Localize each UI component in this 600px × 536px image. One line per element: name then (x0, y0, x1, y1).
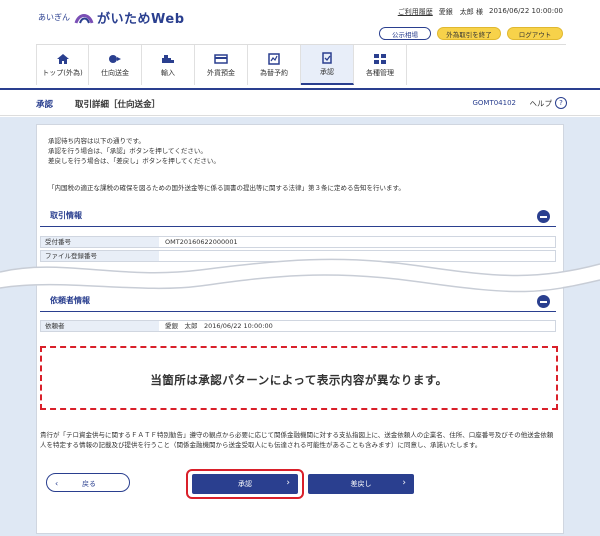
nav-remit[interactable]: 仕向送金 (89, 45, 142, 85)
row-key: 受付番号 (41, 237, 159, 247)
intro-line: 承認を行う場合は、「承認」ボタンを押してください。 (48, 147, 207, 155)
help-icon: ? (555, 97, 567, 109)
help-label: ヘルプ (529, 98, 553, 108)
brand-small: あいぎん (38, 13, 70, 22)
main-nav: トップ(外為) 仕向送金 輸入 外貨預金 為替予約 承認 各種管理 (36, 44, 566, 85)
user-name: 愛銀 太郎 様 (438, 8, 483, 16)
row-value: OMT20160622000001 (165, 238, 238, 246)
pattern-area: 当箇所は承認パターンによって表示内容が異なります。 (40, 346, 558, 410)
reserve-icon (268, 52, 280, 65)
approve-button[interactable]: 承認 › (192, 474, 298, 494)
notice-text: 「内国税の適正な課税の確保を図るための国外送金等に係る調書の提出等に関する法律」… (48, 184, 405, 192)
nav-label: 輸入 (161, 68, 175, 77)
home-icon (56, 53, 69, 64)
login-datetime: 2016/06/22 10:00:00 (488, 7, 563, 15)
approve-label: 承認 (238, 480, 252, 488)
table-row: 依頼者 愛銀 太郎 2016/06/22 10:00:00 (40, 320, 556, 332)
history-link[interactable]: ご利用履歴 (398, 7, 433, 17)
logout-button[interactable]: ログアウト (507, 27, 563, 40)
page-title: 取引詳細［仕向送金］ (75, 100, 161, 110)
consent-text: 貴行が「テロ資金供与に関するＦＡＴＦ特別勧告」遵守の観点から必要に応じて関係金融… (40, 431, 554, 449)
nav-manage[interactable]: 各種管理 (354, 45, 407, 85)
nav-label: 承認 (320, 67, 334, 76)
collapse-icon[interactable] (537, 210, 550, 223)
import-icon (162, 54, 174, 63)
section-label: 承認 (36, 100, 54, 110)
manage-icon (374, 53, 386, 64)
section-transaction-header: 取引情報 (40, 205, 556, 227)
public-rate-button[interactable]: 公示相場 (379, 27, 431, 40)
logo: あいぎん がいためWeb (38, 8, 185, 27)
nav-import[interactable]: 輸入 (142, 45, 195, 85)
brand-name: がいためWeb (97, 12, 185, 27)
nav-label: 仕向送金 (101, 68, 129, 77)
chevron-left-icon: ‹ (55, 479, 59, 488)
top-buttons: 公示相場 外為取引を終了 ログアウト (379, 27, 563, 40)
collapse-icon[interactable] (537, 295, 550, 308)
section-requester-header: 依頼者情報 (40, 290, 556, 312)
deposit-icon (214, 53, 228, 64)
help-link[interactable]: ヘルプ? (529, 97, 567, 109)
reject-label: 差戻し (350, 480, 372, 488)
reject-button[interactable]: 差戻し › (308, 474, 414, 494)
intro-line: 差戻しを行う場合は、「差戻し」ボタンを押してください。 (48, 157, 220, 165)
nav-top[interactable]: トップ(外為) (36, 45, 89, 85)
nav-reserve[interactable]: 為替予約 (248, 45, 301, 85)
top-header: あいぎん がいためWeb ご利用履歴 愛銀 太郎 様 2016/06/22 10… (0, 0, 600, 44)
brand-mark-icon (74, 13, 94, 24)
pattern-message: 当箇所は承認パターンによって表示内容が異なります。 (150, 373, 448, 387)
remit-icon (109, 54, 121, 63)
nav-label: 各種管理 (366, 68, 394, 77)
intro-line: 承認待ち内容は以下の通りです。 (48, 137, 145, 145)
nav-label: 外貨預金 (207, 68, 235, 77)
exit-fx-button[interactable]: 外為取引を終了 (437, 27, 501, 40)
intro-text: 承認待ち内容は以下の通りです。 承認を行う場合は、「承認」ボタンを押してください… (48, 136, 220, 166)
page-header: 承認 取引詳細［仕向送金］ GOMT04102 ヘルプ? (0, 88, 600, 116)
nav-label: トップ(外為) (42, 68, 83, 77)
back-label: 戻る (82, 480, 96, 488)
nav-approval[interactable]: 承認 (301, 45, 354, 85)
approval-icon (322, 51, 332, 64)
screen-code: GOMT04102 (472, 99, 516, 107)
row-key: 依頼者 (41, 321, 159, 331)
back-button[interactable]: ‹ 戻る (46, 473, 130, 492)
table-row: 受付番号 OMT20160622000001 (40, 236, 556, 248)
nav-label: 為替予約 (260, 68, 288, 77)
chevron-right-icon: › (286, 478, 290, 488)
section-title: 依頼者情報 (50, 296, 90, 305)
nav-deposit[interactable]: 外貨預金 (195, 45, 248, 85)
chevron-right-icon: › (402, 478, 406, 488)
user-info: ご利用履歴 愛銀 太郎 様 2016/06/22 10:00:00 (398, 7, 563, 17)
section-title: 取引情報 (50, 211, 82, 220)
row-value: 愛銀 太郎 2016/06/22 10:00:00 (165, 322, 273, 330)
